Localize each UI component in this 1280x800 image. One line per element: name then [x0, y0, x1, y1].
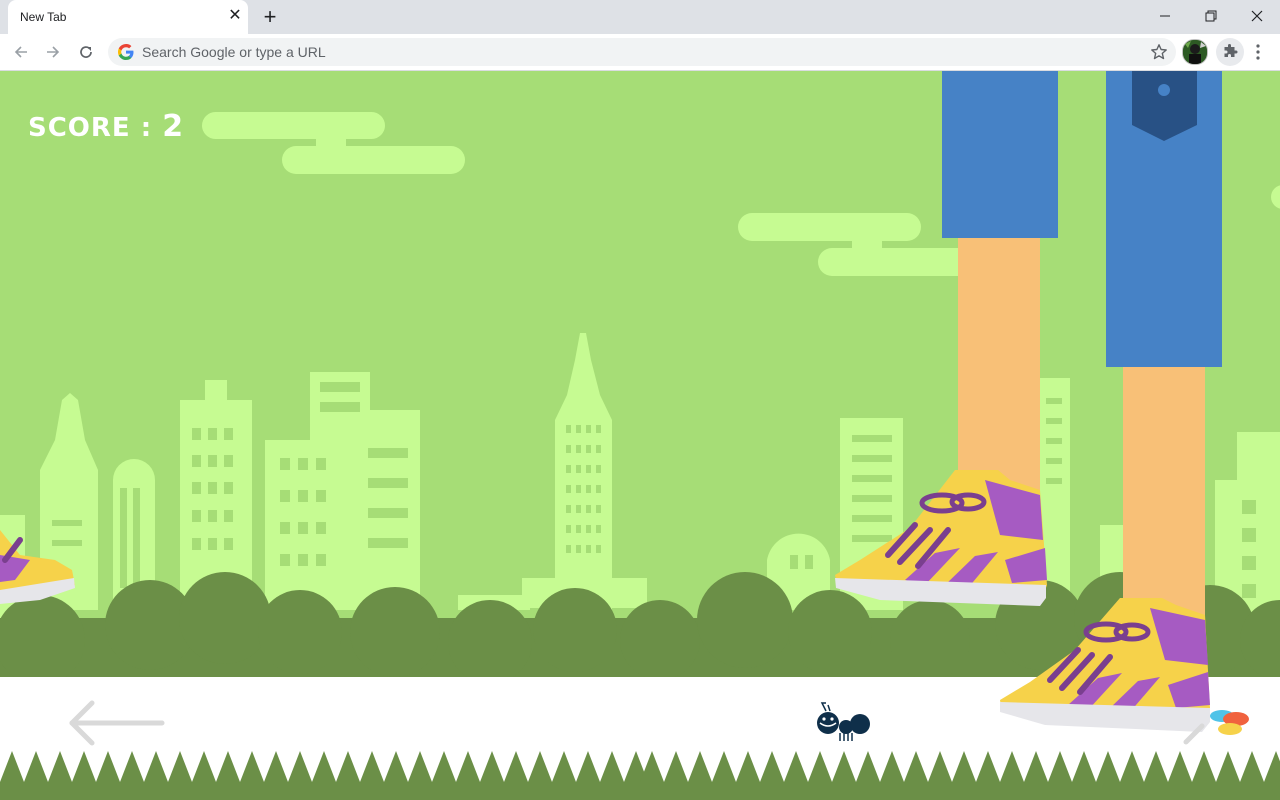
- restore-button[interactable]: [1188, 0, 1234, 32]
- move-left-button[interactable]: [66, 699, 166, 747]
- game-area[interactable]: SCORE : 2: [0, 71, 1280, 800]
- star-icon[interactable]: [1150, 43, 1168, 61]
- reload-button[interactable]: [74, 40, 98, 64]
- omnibox[interactable]: [108, 38, 1176, 66]
- ant-player: [817, 702, 870, 741]
- game-scene: [0, 71, 1280, 800]
- close-tab-icon[interactable]: ✕: [226, 7, 244, 25]
- score-value: 2: [162, 109, 185, 144]
- extensions-button[interactable]: [1216, 38, 1244, 66]
- tab-title: New Tab: [20, 10, 67, 24]
- kebab-menu-icon: [1256, 44, 1260, 60]
- minimize-button[interactable]: [1142, 0, 1188, 32]
- arrow-left-icon: [14, 46, 27, 58]
- reload-icon: [80, 46, 92, 58]
- close-icon: [1251, 10, 1263, 22]
- back-button[interactable]: [9, 40, 33, 64]
- forward-button[interactable]: [41, 40, 65, 64]
- candy-pickup: [1210, 710, 1249, 735]
- close-window-button[interactable]: [1234, 0, 1280, 32]
- giant-leg-front: [1106, 71, 1222, 665]
- score-label: SCORE :: [28, 113, 163, 143]
- new-tab-button[interactable]: +: [258, 5, 282, 29]
- browser-toolbar: [0, 34, 1280, 71]
- browser-menu-button[interactable]: [1248, 40, 1268, 64]
- profile-avatar[interactable]: [1182, 39, 1208, 65]
- arrow-right-icon: [47, 46, 60, 58]
- tab-strip: New Tab ✕ +: [0, 0, 1280, 34]
- avatar-image: [1183, 40, 1207, 64]
- arrow-right-icon: [1183, 723, 1205, 745]
- restore-icon: [1205, 10, 1217, 22]
- score-display: SCORE : 2: [28, 109, 184, 144]
- puzzle-icon: [1224, 44, 1238, 57]
- omnibox-input[interactable]: [142, 38, 1122, 66]
- google-icon: [118, 44, 134, 60]
- arrow-left-icon: [69, 700, 165, 746]
- tab-new-tab[interactable]: New Tab ✕: [8, 0, 248, 34]
- minimize-icon: [1160, 15, 1170, 17]
